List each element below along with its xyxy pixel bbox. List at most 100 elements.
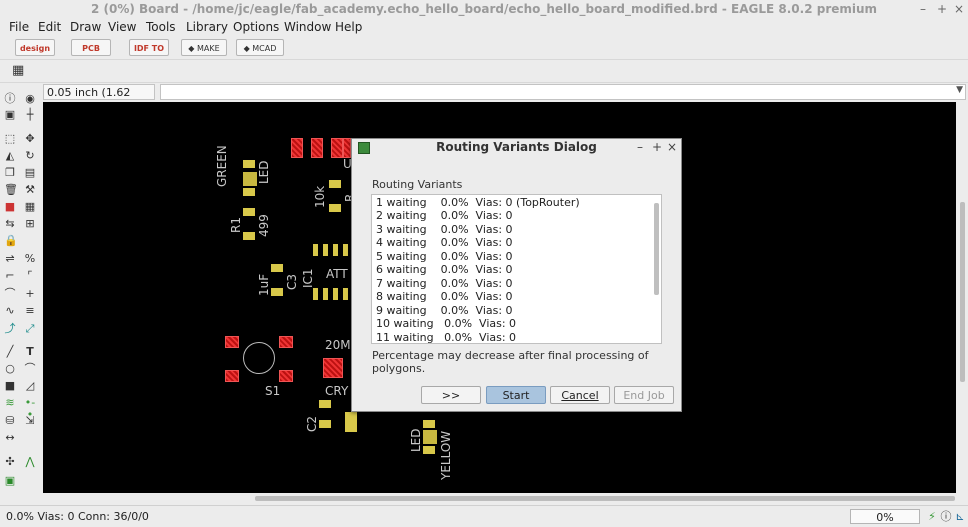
chevron-down-icon[interactable]: ▼ <box>956 85 963 95</box>
list-item[interactable]: 2 waiting 0.0% Vias: 0 <box>376 209 513 222</box>
change-icon[interactable]: ▦ <box>24 201 36 213</box>
cancel-button[interactable]: Cancel <box>550 386 610 404</box>
scroll-thumb[interactable] <box>255 496 955 501</box>
miter-icon[interactable]: ⌜ <box>24 270 36 282</box>
paste-icon[interactable]: ▤ <box>24 167 36 179</box>
list-scrollbar[interactable] <box>654 203 659 295</box>
text-icon[interactable]: T <box>24 346 36 358</box>
rotate-icon[interactable]: ↻ <box>24 150 36 162</box>
silk-label: S1 <box>265 384 281 398</box>
polygon-icon[interactable]: ◿ <box>24 380 36 392</box>
copy-icon[interactable]: ❐ <box>4 167 16 179</box>
pad <box>279 370 293 382</box>
delete-icon[interactable]: 🗑 <box>4 184 18 196</box>
menu-help[interactable]: Help <box>335 20 362 34</box>
close-window-button[interactable]: × <box>954 0 964 18</box>
list-item[interactable]: 11 waiting 0.0% Vias: 0 <box>376 331 516 343</box>
pad <box>225 370 239 382</box>
list-item[interactable]: 6 waiting 0.0% Vias: 0 <box>376 263 513 276</box>
arc-icon[interactable]: ⌒ <box>24 363 36 375</box>
dialog-close-button[interactable]: × <box>667 140 677 154</box>
list-item[interactable]: 5 waiting 0.0% Vias: 0 <box>376 250 513 263</box>
action-toolbar: design link PCB QUOTE IDF TO 3D ◆ MAKE ◆… <box>0 37 968 70</box>
move-icon[interactable]: ✥ <box>24 133 36 145</box>
silk-label: YELLOW <box>439 430 453 480</box>
layers-icon[interactable]: ▣ <box>4 109 16 121</box>
select-icon[interactable]: ⬚ <box>4 133 16 145</box>
ripup-icon[interactable]: ⌒ <box>4 288 16 300</box>
grid-icon[interactable]: ▦ <box>12 64 24 77</box>
pad <box>343 288 348 300</box>
menu-tools[interactable]: Tools <box>146 20 176 34</box>
vertical-scrollbar[interactable] <box>956 102 968 493</box>
route-icon[interactable]: ⌐ <box>4 270 16 282</box>
list-item[interactable]: 8 waiting 0.0% Vias: 0 <box>376 290 513 303</box>
scroll-thumb[interactable] <box>960 202 965 382</box>
more-button[interactable]: >> <box>421 386 481 404</box>
replace-icon[interactable]: ⇆ <box>4 218 16 230</box>
attribute-icon[interactable]: ✣ <box>4 456 16 468</box>
list-item[interactable]: 4 waiting 0.0% Vias: 0 <box>376 236 513 249</box>
group-icon[interactable]: ■ <box>4 201 16 213</box>
dialog-maximize-button[interactable]: + <box>652 140 662 154</box>
auto-icon[interactable]: ⤢ <box>24 323 36 335</box>
menu-file[interactable]: File <box>9 20 29 34</box>
rect-icon[interactable]: ■ <box>4 380 16 392</box>
lightning-icon[interactable]: ⚡ <box>926 511 938 523</box>
list-item[interactable]: 7 waiting 0.0% Vias: 0 <box>376 277 513 290</box>
menu-draw[interactable]: Draw <box>70 20 101 34</box>
list-item[interactable]: 10 waiting 0.0% Vias: 0 <box>376 317 516 330</box>
menu-view[interactable]: View <box>108 20 136 34</box>
command-input[interactable]: ▼ <box>160 84 966 100</box>
design-link-button[interactable]: design link <box>15 39 55 70</box>
dialog-minimize-button[interactable]: – <box>637 140 643 154</box>
signal-icon[interactable]: •-• <box>24 397 36 421</box>
measure-icon[interactable]: ↔ <box>4 432 16 444</box>
pad <box>243 172 257 186</box>
split-icon[interactable]: ⊞ <box>24 218 36 230</box>
lock-icon[interactable]: 🔒 <box>4 235 18 247</box>
line-icon[interactable]: ╱ <box>4 346 16 358</box>
menu-edit[interactable]: Edit <box>38 20 61 34</box>
pad <box>423 420 435 428</box>
drc-icon[interactable]: ▣ <box>4 475 16 487</box>
minimize-button[interactable]: – <box>920 0 926 18</box>
menu-library[interactable]: Library <box>186 20 228 34</box>
routing-variants-dialog: Routing Variants Dialog – + × Routing Va… <box>351 138 682 412</box>
pad <box>333 244 338 256</box>
list-item[interactable]: 9 waiting 0.0% Vias: 0 <box>376 304 513 317</box>
go-icon[interactable]: ⊾ <box>954 511 966 523</box>
circle-icon[interactable]: ○ <box>4 363 16 375</box>
add-icon[interactable]: + <box>24 288 36 300</box>
pad <box>323 244 328 256</box>
pad <box>423 430 437 444</box>
hole-icon[interactable]: ⛁ <box>4 415 16 427</box>
mirror-icon[interactable]: ◭ <box>4 150 16 162</box>
autoroute-icon[interactable]: ⤴ <box>4 323 16 335</box>
via-icon[interactable]: ≋ <box>4 397 16 409</box>
stop-icon[interactable]: ⓘ <box>940 511 952 523</box>
wrench-icon[interactable]: ⚒ <box>24 184 36 196</box>
mcad-button[interactable]: ◆ MCAD <box>236 39 284 56</box>
pad <box>313 244 318 256</box>
horizontal-scrollbar[interactable] <box>43 493 956 503</box>
eye-icon[interactable]: ◉ <box>24 93 36 105</box>
start-button[interactable]: Start <box>486 386 546 404</box>
pcb-quote-button[interactable]: PCB QUOTE <box>71 39 111 70</box>
make-button[interactable]: ◆ MAKE <box>181 39 227 56</box>
value-icon[interactable]: % <box>24 253 36 265</box>
list-item[interactable]: 1 waiting 0.0% Vias: 0 (TopRouter) <box>376 196 580 209</box>
fanout-icon[interactable]: ≡ <box>24 305 36 317</box>
info-icon[interactable]: ⓘ <box>4 93 16 105</box>
optimize-icon[interactable]: ⇌ <box>4 253 16 265</box>
dimension-icon[interactable]: ⇲ <box>24 415 36 427</box>
ulp-icon[interactable]: ⋀ <box>24 456 36 468</box>
mark-icon[interactable]: ┼ <box>24 109 36 121</box>
menu-options[interactable]: Options <box>233 20 279 34</box>
meander-icon[interactable]: ∿ <box>4 305 16 317</box>
idf-to-3d-button[interactable]: IDF TO 3D <box>129 39 169 70</box>
maximize-button[interactable]: + <box>937 0 947 18</box>
variants-list[interactable]: 1 waiting 0.0% Vias: 0 (TopRouter) 2 wai… <box>371 194 662 344</box>
list-item[interactable]: 3 waiting 0.0% Vias: 0 <box>376 223 513 236</box>
menu-window[interactable]: Window <box>284 20 331 34</box>
